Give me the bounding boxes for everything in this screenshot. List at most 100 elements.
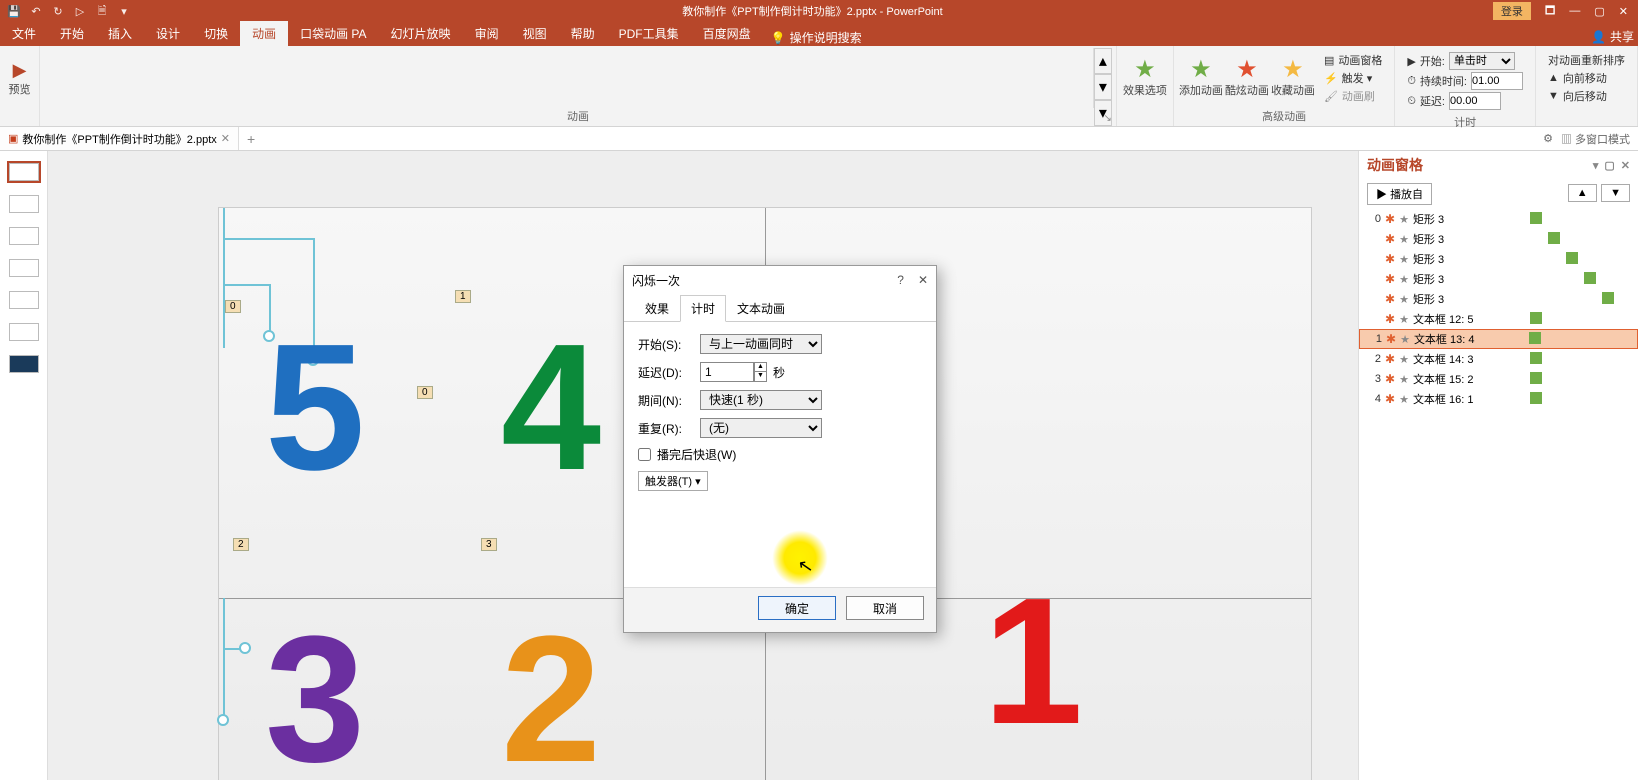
tab-insert[interactable]: 插入 — [96, 21, 144, 46]
tab-home[interactable]: 开始 — [48, 21, 96, 46]
animation-item[interactable]: ✱★矩形 3 — [1359, 269, 1638, 289]
number-2[interactable]: 2 — [501, 596, 601, 780]
anim-tag[interactable]: 0 — [225, 300, 241, 313]
tell-me-placeholder: 操作说明搜索 — [790, 29, 862, 46]
multi-window-button[interactable]: ▥ 多窗口模式 — [1561, 131, 1630, 147]
tab-pdf[interactable]: PDF工具集 — [607, 21, 691, 46]
number-3[interactable]: 3 — [265, 596, 365, 780]
dialog-duration-select[interactable]: 快速(1 秒) — [700, 390, 822, 410]
move-up-button[interactable]: ▲ — [1568, 184, 1597, 202]
animation-pane-button[interactable]: ▤动画窗格 — [1324, 52, 1382, 68]
new-file-icon[interactable]: 🗎 — [94, 3, 110, 19]
trigger-expand-button[interactable]: 触发器(T) ▾ — [638, 471, 708, 491]
thumbnail-3[interactable] — [9, 227, 39, 245]
dialog-start-select[interactable]: 与上一动画同时 — [700, 334, 822, 354]
share-button[interactable]: 👤 共享 — [1591, 28, 1634, 45]
tab-review[interactable]: 审阅 — [463, 21, 511, 46]
tab-transitions[interactable]: 切换 — [192, 21, 240, 46]
tab-view[interactable]: 视图 — [511, 21, 559, 46]
trigger-button[interactable]: ⚡触发 ▾ — [1324, 70, 1382, 86]
close-icon[interactable]: ✕ — [1619, 5, 1628, 18]
tab-slideshow[interactable]: 幻灯片放映 — [379, 21, 463, 46]
duration-input[interactable] — [1471, 72, 1523, 90]
thumbnail-1[interactable] — [9, 163, 39, 181]
spinner-up-icon[interactable]: ▲ — [755, 363, 766, 372]
qat-more-icon[interactable]: ▾ — [116, 3, 132, 19]
spinner-down-icon[interactable]: ▼ — [755, 372, 766, 381]
pane-close-icon[interactable]: ✕ — [1621, 159, 1630, 172]
dialog-delay-label: 延迟(D): — [638, 364, 694, 381]
dialog-delay-input[interactable] — [700, 362, 754, 382]
move-down-button[interactable]: ▼ — [1601, 184, 1630, 202]
dialog-tab-effect[interactable]: 效果 — [634, 295, 680, 322]
dialog-help-icon[interactable]: ? — [897, 273, 904, 287]
gear-icon[interactable]: ⚙ — [1543, 132, 1553, 145]
maximize-icon[interactable]: ▢ — [1594, 5, 1604, 18]
animation-item[interactable]: ✱★文本框 12: 5 — [1359, 309, 1638, 329]
tab-baidu[interactable]: 百度网盘 — [691, 21, 763, 46]
delay-input[interactable] — [1449, 92, 1501, 110]
move-earlier-button[interactable]: ▲向前移动 — [1548, 70, 1625, 86]
anim-tag[interactable]: 3 — [481, 538, 497, 551]
animation-item[interactable]: 1✱★文本框 13: 4 — [1359, 329, 1638, 349]
animation-item[interactable]: ✱★矩形 3 — [1359, 229, 1638, 249]
rewind-checkbox[interactable] — [638, 448, 651, 461]
close-tab-icon[interactable]: ✕ — [221, 132, 230, 145]
rewind-label: 播完后快退(W) — [657, 446, 736, 463]
animation-item[interactable]: 2✱★文本框 14: 3 — [1359, 349, 1638, 369]
animation-item[interactable]: ✱★矩形 3 — [1359, 249, 1638, 269]
number-5[interactable]: 5 — [265, 304, 365, 511]
animation-group-launcher-icon[interactable]: ↘ — [1104, 113, 1112, 124]
animation-item[interactable]: ✱★矩形 3 — [1359, 289, 1638, 309]
minimize-icon[interactable]: — — [1569, 5, 1580, 17]
pane-minimize-icon[interactable]: ▾ — [1593, 159, 1599, 172]
tab-design[interactable]: 设计 — [144, 21, 192, 46]
pane-maximize-icon[interactable]: ▢ — [1604, 159, 1614, 172]
undo-icon[interactable]: ↶ — [28, 3, 44, 19]
dialog-tab-timing[interactable]: 计时 — [680, 295, 726, 322]
thumbnail-6[interactable] — [9, 323, 39, 341]
anim-tag[interactable]: 2 — [233, 538, 249, 551]
share-icon: 👤 — [1591, 30, 1606, 44]
login-button[interactable]: 登录 — [1493, 2, 1531, 20]
thumbnail-7[interactable] — [9, 355, 39, 373]
save-icon[interactable]: 💾 — [6, 3, 22, 19]
move-later-button[interactable]: ▼向后移动 — [1548, 88, 1625, 104]
asterisk-icon: ✱ — [1385, 392, 1395, 406]
number-1[interactable]: 1 — [983, 558, 1083, 765]
tab-help[interactable]: 帮助 — [559, 21, 607, 46]
dialog-tab-text[interactable]: 文本动画 — [726, 295, 796, 322]
tab-pocket-anim[interactable]: 口袋动画 PA — [288, 21, 378, 46]
gallery-up-icon[interactable]: ▴ — [1094, 48, 1112, 74]
start-from-beginning-icon[interactable]: ▷ — [72, 3, 88, 19]
add-tab-button[interactable]: + — [239, 131, 263, 147]
anim-tag[interactable]: 1 — [455, 290, 471, 303]
play-from-button[interactable]: ▶ 播放自 — [1367, 183, 1432, 205]
animation-item[interactable]: 0✱★矩形 3 — [1359, 209, 1638, 229]
preview-button[interactable]: ▶ 预览 — [2, 48, 38, 108]
dialog-repeat-select[interactable]: (无) — [700, 418, 822, 438]
ribbon-display-icon[interactable]: 🗖 — [1545, 2, 1555, 21]
document-tab[interactable]: ▣ 教你制作《PPT制作倒计时功能》2.pptx ✕ — [0, 127, 239, 150]
thumbnail-5[interactable] — [9, 291, 39, 309]
reorder-group: 对动画重新排序 ▲向前移动 ▼向后移动 — [1536, 46, 1638, 126]
gallery-down-icon[interactable]: ▾ — [1094, 74, 1112, 100]
favorite-animation-button[interactable]: ★ 收藏动画 — [1270, 48, 1316, 108]
tell-me-search[interactable]: 💡 操作说明搜索 — [763, 29, 870, 46]
thumbnail-2[interactable] — [9, 195, 39, 213]
anim-tag[interactable]: 0 — [417, 386, 433, 399]
number-4[interactable]: 4 — [501, 304, 601, 511]
animation-item[interactable]: 3✱★文本框 15: 2 — [1359, 369, 1638, 389]
cool-animation-button[interactable]: ★ 酷炫动画 — [1224, 48, 1270, 108]
redo-icon[interactable]: ↻ — [50, 3, 66, 19]
ok-button[interactable]: 确定 — [758, 596, 836, 620]
cancel-button[interactable]: 取消 — [846, 596, 924, 620]
add-animation-button[interactable]: ★ 添加动画 — [1178, 48, 1224, 108]
effect-options-button[interactable]: ★ 效果选项 — [1121, 48, 1169, 108]
thumbnail-4[interactable] — [9, 259, 39, 277]
dialog-close-icon[interactable]: ✕ — [918, 273, 928, 287]
start-select[interactable]: 单击时 — [1449, 52, 1515, 70]
tab-animations[interactable]: 动画 — [240, 21, 288, 46]
tab-file[interactable]: 文件 — [0, 21, 48, 46]
animation-item[interactable]: 4✱★文本框 16: 1 — [1359, 389, 1638, 409]
